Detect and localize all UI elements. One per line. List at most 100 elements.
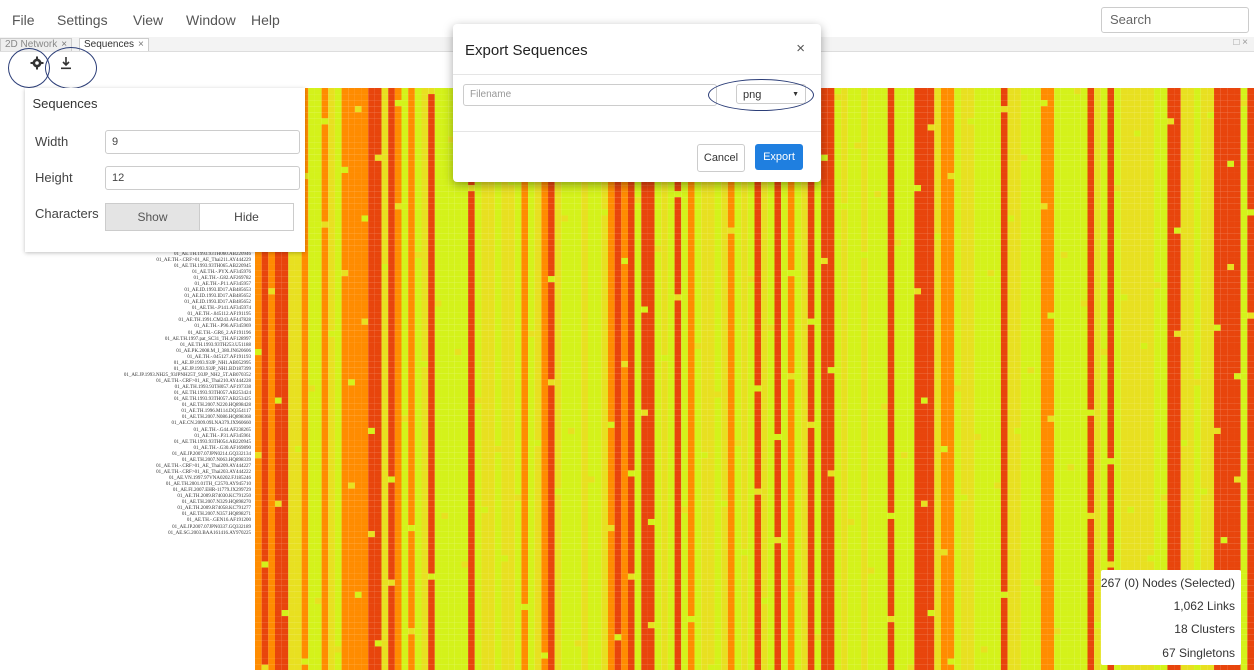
sequence-cell	[1180, 130, 1188, 137]
sequence-cell	[701, 270, 708, 277]
sequence-cell	[1227, 124, 1235, 131]
sequence-cell	[967, 106, 975, 113]
sequence-cell	[1100, 106, 1108, 113]
sequence-cell	[1087, 209, 1095, 216]
sequence-cell	[554, 270, 562, 277]
sequence-cell	[554, 239, 562, 246]
sequence-cell	[374, 239, 382, 246]
sequence-cell	[1167, 233, 1175, 240]
tab-sequences[interactable]: Sequences ×	[79, 38, 149, 51]
sequence-cell	[861, 118, 868, 125]
sequence-cell	[894, 245, 902, 252]
sequence-cell	[361, 209, 369, 216]
sequence-cell	[1120, 166, 1128, 173]
sequence-cell	[548, 185, 555, 192]
sequence-cell	[1187, 191, 1195, 198]
sequence-cell	[361, 136, 369, 143]
sequence-cell	[821, 221, 828, 228]
sequence-cell	[1147, 185, 1155, 192]
sequence-cell	[834, 142, 842, 149]
sequence-cell	[468, 197, 475, 204]
search-input[interactable]: Search	[1101, 7, 1249, 33]
sequence-cell	[1094, 106, 1101, 113]
sequence-cell	[514, 197, 522, 204]
sequence-cell	[348, 124, 355, 131]
sequence-cell	[907, 172, 915, 180]
sequence-cell	[1074, 130, 1081, 137]
sequence-cell	[661, 245, 668, 252]
sequence-cell	[761, 276, 768, 283]
sequence-cell	[987, 100, 995, 107]
sequence-cell	[861, 251, 868, 258]
sequence-cell	[1160, 88, 1168, 95]
sequence-cell	[1027, 88, 1035, 95]
sequence-label[interactable]: 01_AE.SG.2003.BAA161416.AY970225	[0, 531, 253, 537]
sequence-cell	[1007, 100, 1015, 107]
sequence-cell	[1247, 100, 1254, 107]
sequence-cell	[887, 112, 895, 119]
sequence-cell	[1114, 233, 1121, 240]
sequence-cell	[1027, 227, 1035, 234]
sequence-cell	[368, 185, 375, 192]
sequence-cell	[561, 197, 569, 204]
sequence-cell	[827, 221, 835, 228]
sequence-cell	[1094, 245, 1101, 252]
sequence-cell	[328, 94, 335, 101]
sequence-cell	[501, 239, 509, 246]
menu-window[interactable]: Window	[186, 12, 236, 28]
sequence-cell	[807, 264, 815, 271]
sequence-cell	[1020, 112, 1028, 119]
sequence-cell	[1120, 118, 1128, 125]
sequence-cell	[414, 154, 422, 161]
sequence-cell	[1067, 124, 1075, 131]
sequence-cell	[841, 245, 848, 252]
menu-view[interactable]: View	[133, 12, 163, 28]
window-controls[interactable]: □ ×	[1233, 37, 1248, 48]
sequence-cell	[1047, 166, 1055, 173]
sequence-cell	[781, 227, 788, 234]
sequence-cell	[494, 282, 502, 289]
sequence-cell	[1227, 209, 1235, 216]
sequence-cell	[654, 221, 662, 228]
sequence-cell	[568, 239, 575, 246]
sequence-cell	[934, 282, 941, 289]
sequence-cell	[901, 106, 908, 113]
sequence-cell	[907, 142, 915, 149]
sequence-cell	[834, 160, 842, 167]
sequence-cell	[754, 251, 762, 258]
sequence-cell	[1114, 215, 1121, 222]
sequence-cell	[921, 112, 928, 119]
sequence-cell	[994, 245, 1001, 252]
sequence-cell	[874, 245, 882, 252]
sequence-cell	[388, 112, 395, 119]
sequence-cell	[1074, 197, 1081, 204]
menu-help[interactable]: Help	[251, 12, 280, 28]
close-icon[interactable]: ×	[138, 39, 144, 50]
sequence-cell	[847, 100, 855, 107]
sequence-cell	[361, 160, 369, 167]
sequence-cell	[1234, 227, 1241, 234]
sequence-cell	[940, 239, 948, 246]
sequence-cell	[934, 215, 941, 222]
sequence-cell	[574, 215, 582, 222]
sequence-cell	[1000, 257, 1008, 265]
sequence-cell	[474, 264, 482, 271]
sequence-cell	[1027, 166, 1035, 173]
sequence-cell	[1007, 257, 1015, 265]
sequence-cell	[861, 197, 868, 204]
sequence-cell	[1207, 100, 1215, 107]
sequence-cell	[441, 154, 449, 161]
sequence-cell	[921, 142, 928, 149]
menu-settings[interactable]: Settings	[57, 12, 108, 28]
sequence-cell	[441, 197, 449, 204]
sequence-cell	[867, 245, 875, 252]
sequence-cell	[854, 270, 862, 277]
sequence-cell	[441, 185, 449, 192]
sequence-cell	[1194, 239, 1201, 246]
menu-file[interactable]: File	[12, 12, 35, 28]
sequence-cell	[1227, 88, 1235, 95]
sequence-cell	[394, 185, 402, 192]
sequence-cell	[328, 154, 335, 161]
sequence-cell	[980, 197, 988, 204]
sequence-cell	[747, 282, 755, 289]
